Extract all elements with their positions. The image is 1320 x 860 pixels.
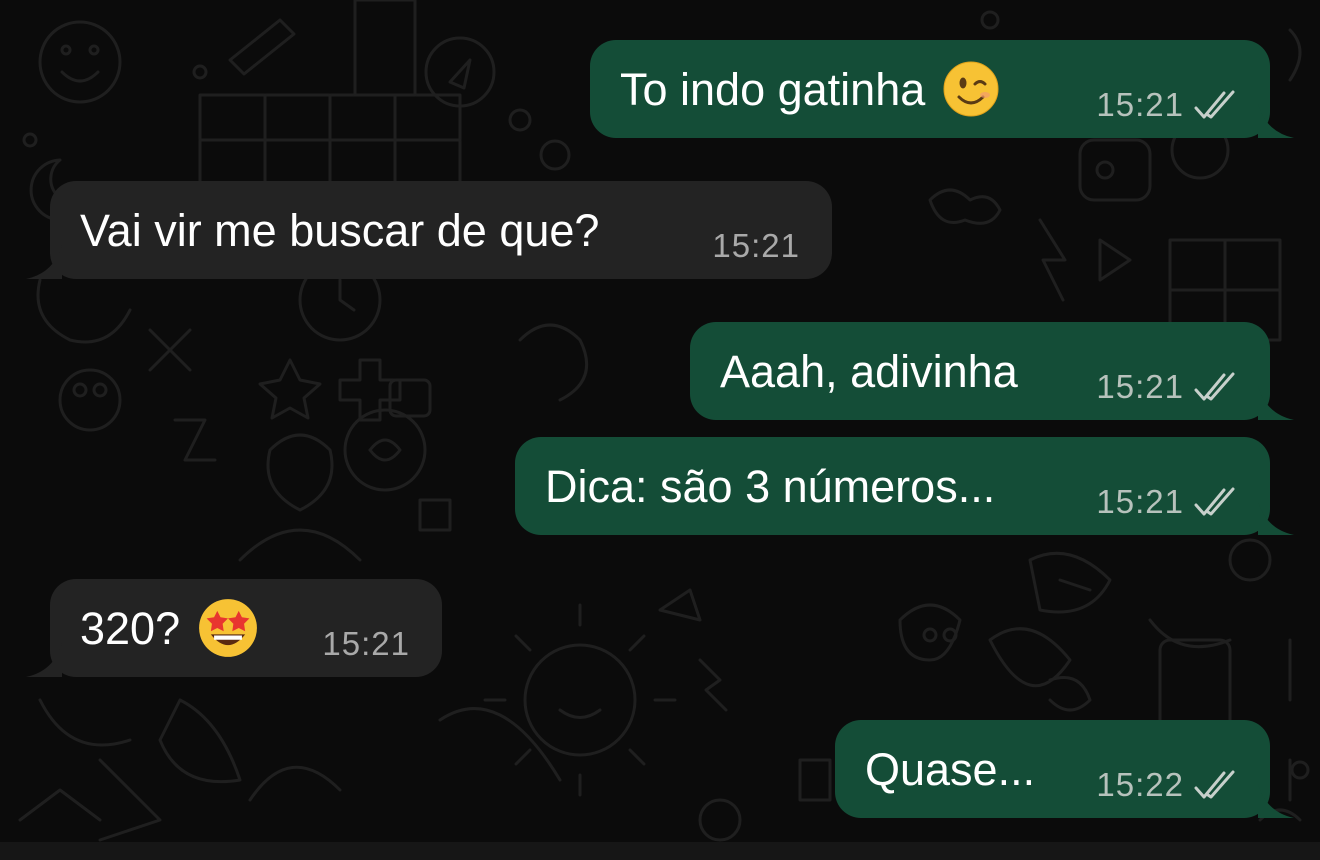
read-double-check-icon: [1194, 90, 1235, 119]
message-text: Aaah, adivinha: [720, 345, 1018, 397]
message-meta: 15:21: [1096, 368, 1240, 406]
message-bubble-outgoing[interactable]: To indo gatinha 15:21: [590, 40, 1294, 138]
message-text: Dica: são 3 números...: [545, 460, 996, 512]
message-time: 15:21: [712, 227, 800, 264]
winking-face-emoji-icon: [943, 61, 999, 117]
message-bubble-incoming[interactable]: 320? 15:21: [26, 579, 442, 677]
read-double-check-icon: [1194, 770, 1235, 799]
message-meta: 15:21: [1096, 86, 1240, 124]
message-text: Quase...: [865, 743, 1036, 795]
message-meta: 15:21: [712, 227, 800, 265]
star-struck-emoji-icon: [199, 599, 258, 657]
bubble-tail: [26, 643, 62, 677]
bubble-tail: [1258, 501, 1294, 535]
message-time: 15:21: [1096, 368, 1184, 405]
read-double-check-icon: [1194, 487, 1235, 516]
message-text: Vai vir me buscar de que?: [80, 204, 600, 256]
message-time: 15:21: [1096, 86, 1184, 123]
message-bubble-outgoing[interactable]: Aaah, adivinha 15:21: [690, 322, 1294, 420]
read-double-check-icon: [1194, 372, 1235, 401]
bubble-tail: [1258, 104, 1294, 138]
bubble-tail: [26, 245, 62, 279]
message-bubble-outgoing[interactable]: Dica: são 3 números... 15:21: [515, 437, 1294, 535]
message-time: 15:22: [1096, 766, 1184, 803]
input-bar-edge: [0, 842, 1320, 860]
message-time: 15:21: [322, 625, 410, 662]
message-bubble-incoming[interactable]: Vai vir me buscar de que? 15:21: [26, 181, 832, 279]
message-time: 15:21: [1096, 483, 1184, 520]
message-text: 320?: [80, 602, 181, 654]
message-meta: 15:21: [322, 625, 410, 663]
message-meta: 15:21: [1096, 483, 1240, 521]
bubble-tail: [1258, 784, 1294, 818]
bubble-tail: [1258, 386, 1294, 420]
message-meta: 15:22: [1096, 766, 1240, 804]
message-bubble-outgoing[interactable]: Quase... 15:22: [835, 720, 1294, 818]
message-text: To indo gatinha: [620, 63, 926, 115]
